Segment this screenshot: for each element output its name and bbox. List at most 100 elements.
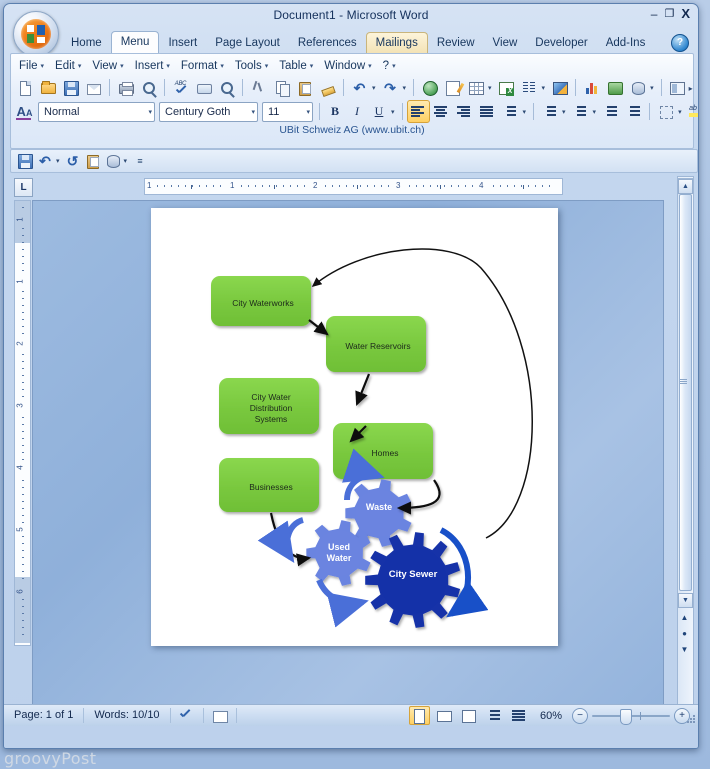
new-document-icon[interactable]	[13, 76, 36, 99]
org-chart-icon[interactable]	[603, 76, 626, 99]
styles-icon[interactable]: AA	[13, 100, 36, 123]
print-preview-icon[interactable]	[83, 152, 103, 170]
spelling-status-icon[interactable]	[171, 708, 204, 723]
font-combo[interactable]: Century Goth ▾	[159, 101, 258, 122]
line-spacing-dropdown-icon[interactable]: ▾	[522, 108, 530, 116]
highlight-icon[interactable]	[685, 100, 698, 123]
columns-dropdown-icon[interactable]: ▾	[541, 84, 549, 92]
zoom-out-button[interactable]: −	[572, 707, 588, 724]
diagram-gear[interactable]: City Sewer	[373, 569, 453, 580]
maximize-button[interactable]: ❐	[664, 9, 674, 20]
save-icon[interactable]	[59, 76, 82, 99]
tab-page-layout[interactable]: Page Layout	[206, 33, 289, 53]
undo-dropdown-icon[interactable]: ▾	[55, 157, 63, 165]
table-dropdown-icon[interactable]: ▾	[487, 84, 495, 92]
research-icon[interactable]	[192, 76, 215, 99]
diagram-gear[interactable]: Used Water	[299, 542, 379, 564]
print-layout-icon[interactable]	[408, 706, 430, 725]
customize-qat-icon[interactable]: ≡	[130, 152, 150, 170]
numbered-list-dropdown-icon[interactable]: ▾	[561, 108, 569, 116]
document-page[interactable]: City Waterworks Water Reservoirs City Wate…	[151, 208, 558, 646]
tab-review[interactable]: Review	[428, 33, 484, 53]
shape-icon[interactable]	[626, 76, 649, 99]
print-dropdown-icon[interactable]: ▾	[123, 157, 131, 165]
zoom-slider[interactable]	[592, 708, 670, 725]
scroll-down-button[interactable]: ▼	[678, 593, 693, 608]
tab-view[interactable]: View	[484, 33, 527, 53]
bulleted-list-dropdown-icon[interactable]: ▾	[592, 108, 600, 116]
menu-window[interactable]: Window ▾	[318, 58, 376, 74]
previous-page-button[interactable]: ▲	[678, 611, 691, 624]
menu-insert[interactable]: Insert ▾	[129, 58, 175, 74]
menu-help[interactable]: ? ▾	[377, 58, 401, 74]
scrollbar-thumb[interactable]	[679, 194, 692, 591]
tab-menu[interactable]: Menu	[110, 31, 160, 53]
font-size-combo[interactable]: 11 ▾	[262, 101, 313, 122]
redo-icon[interactable]: ↺	[63, 152, 83, 170]
find-icon[interactable]	[215, 76, 238, 99]
diagram-box[interactable]: City Water Distribution Systems	[219, 378, 323, 438]
hyperlink-icon[interactable]	[418, 76, 441, 99]
excel-spreadsheet-icon[interactable]	[495, 76, 518, 99]
email-icon[interactable]	[82, 76, 105, 99]
align-center-icon[interactable]	[430, 100, 453, 123]
draft-icon[interactable]	[509, 706, 530, 725]
office-button[interactable]	[13, 11, 59, 57]
borders-icon[interactable]	[654, 100, 677, 123]
page-status[interactable]: Page: 1 of 1	[4, 708, 85, 723]
print-icon[interactable]	[114, 76, 137, 99]
vertical-ruler[interactable]: 1123456	[14, 200, 31, 646]
undo-icon[interactable]: ↶	[348, 76, 371, 99]
tab-home[interactable]: Home	[62, 33, 111, 53]
zoom-slider-handle[interactable]	[620, 708, 632, 725]
bulleted-list-icon[interactable]	[569, 100, 592, 123]
bold-button[interactable]: B	[324, 101, 346, 123]
underline-button[interactable]: U	[368, 101, 390, 123]
zoom-level[interactable]: 60%	[534, 710, 568, 722]
minimize-button[interactable]: –	[651, 8, 658, 20]
underline-dropdown-icon[interactable]: ▾	[390, 108, 398, 116]
document-map-icon[interactable]	[666, 76, 689, 99]
style-combo[interactable]: Normal ▾	[38, 101, 155, 122]
help-icon[interactable]: ?	[671, 34, 689, 52]
markup-icon[interactable]	[441, 76, 464, 99]
diagram-gear[interactable]: Waste	[339, 502, 419, 513]
menu-table[interactable]: Table ▾	[273, 58, 318, 74]
shape-dropdown-icon[interactable]: ▾	[649, 84, 657, 92]
menu-tools[interactable]: Tools ▾	[229, 58, 273, 74]
italic-button[interactable]: I	[346, 101, 368, 123]
menu-file[interactable]: File ▾	[13, 58, 49, 74]
align-right-icon[interactable]	[453, 100, 476, 123]
save-icon[interactable]	[15, 152, 35, 170]
print-icon[interactable]	[103, 152, 123, 170]
tab-developer[interactable]: Developer	[526, 33, 596, 53]
chart-icon[interactable]	[580, 76, 603, 99]
menu-format[interactable]: Format ▾	[175, 58, 229, 74]
full-screen-reading-icon[interactable]	[434, 706, 455, 725]
print-preview-icon[interactable]	[137, 76, 160, 99]
redo-dropdown-icon[interactable]: ▾	[402, 84, 410, 92]
columns-icon[interactable]	[518, 76, 541, 99]
spelling-check-icon[interactable]: ABC	[169, 76, 192, 99]
next-page-button[interactable]: ▼	[678, 643, 691, 656]
paste-icon[interactable]	[293, 76, 316, 99]
menu-view[interactable]: View ▾	[86, 58, 128, 74]
increase-indent-icon[interactable]	[622, 100, 645, 123]
toolbar-overflow-icon[interactable]: ▸	[689, 84, 693, 93]
outline-icon[interactable]	[484, 706, 505, 725]
vertical-scrollbar[interactable]: ▲ ▼ ▲ ● ▼	[677, 178, 694, 718]
diagram-box[interactable]: Homes	[333, 423, 437, 483]
align-left-icon[interactable]	[406, 100, 430, 123]
tab-add-ins[interactable]: Add-Ins	[597, 33, 655, 53]
cut-icon[interactable]	[247, 76, 270, 99]
undo-icon[interactable]: ↶	[35, 152, 55, 170]
justify-icon[interactable]	[476, 100, 499, 123]
tab-selector[interactable]: L	[14, 178, 33, 197]
close-button[interactable]: X	[681, 7, 690, 20]
diagram-box[interactable]: City Waterworks	[211, 276, 315, 330]
scroll-up-button[interactable]: ▲	[678, 179, 693, 194]
borders-dropdown-icon[interactable]: ▾	[677, 108, 685, 116]
web-layout-icon[interactable]	[459, 706, 480, 725]
format-painter-icon[interactable]	[316, 76, 339, 99]
diagram-box[interactable]: Water Reservoirs	[326, 316, 430, 376]
